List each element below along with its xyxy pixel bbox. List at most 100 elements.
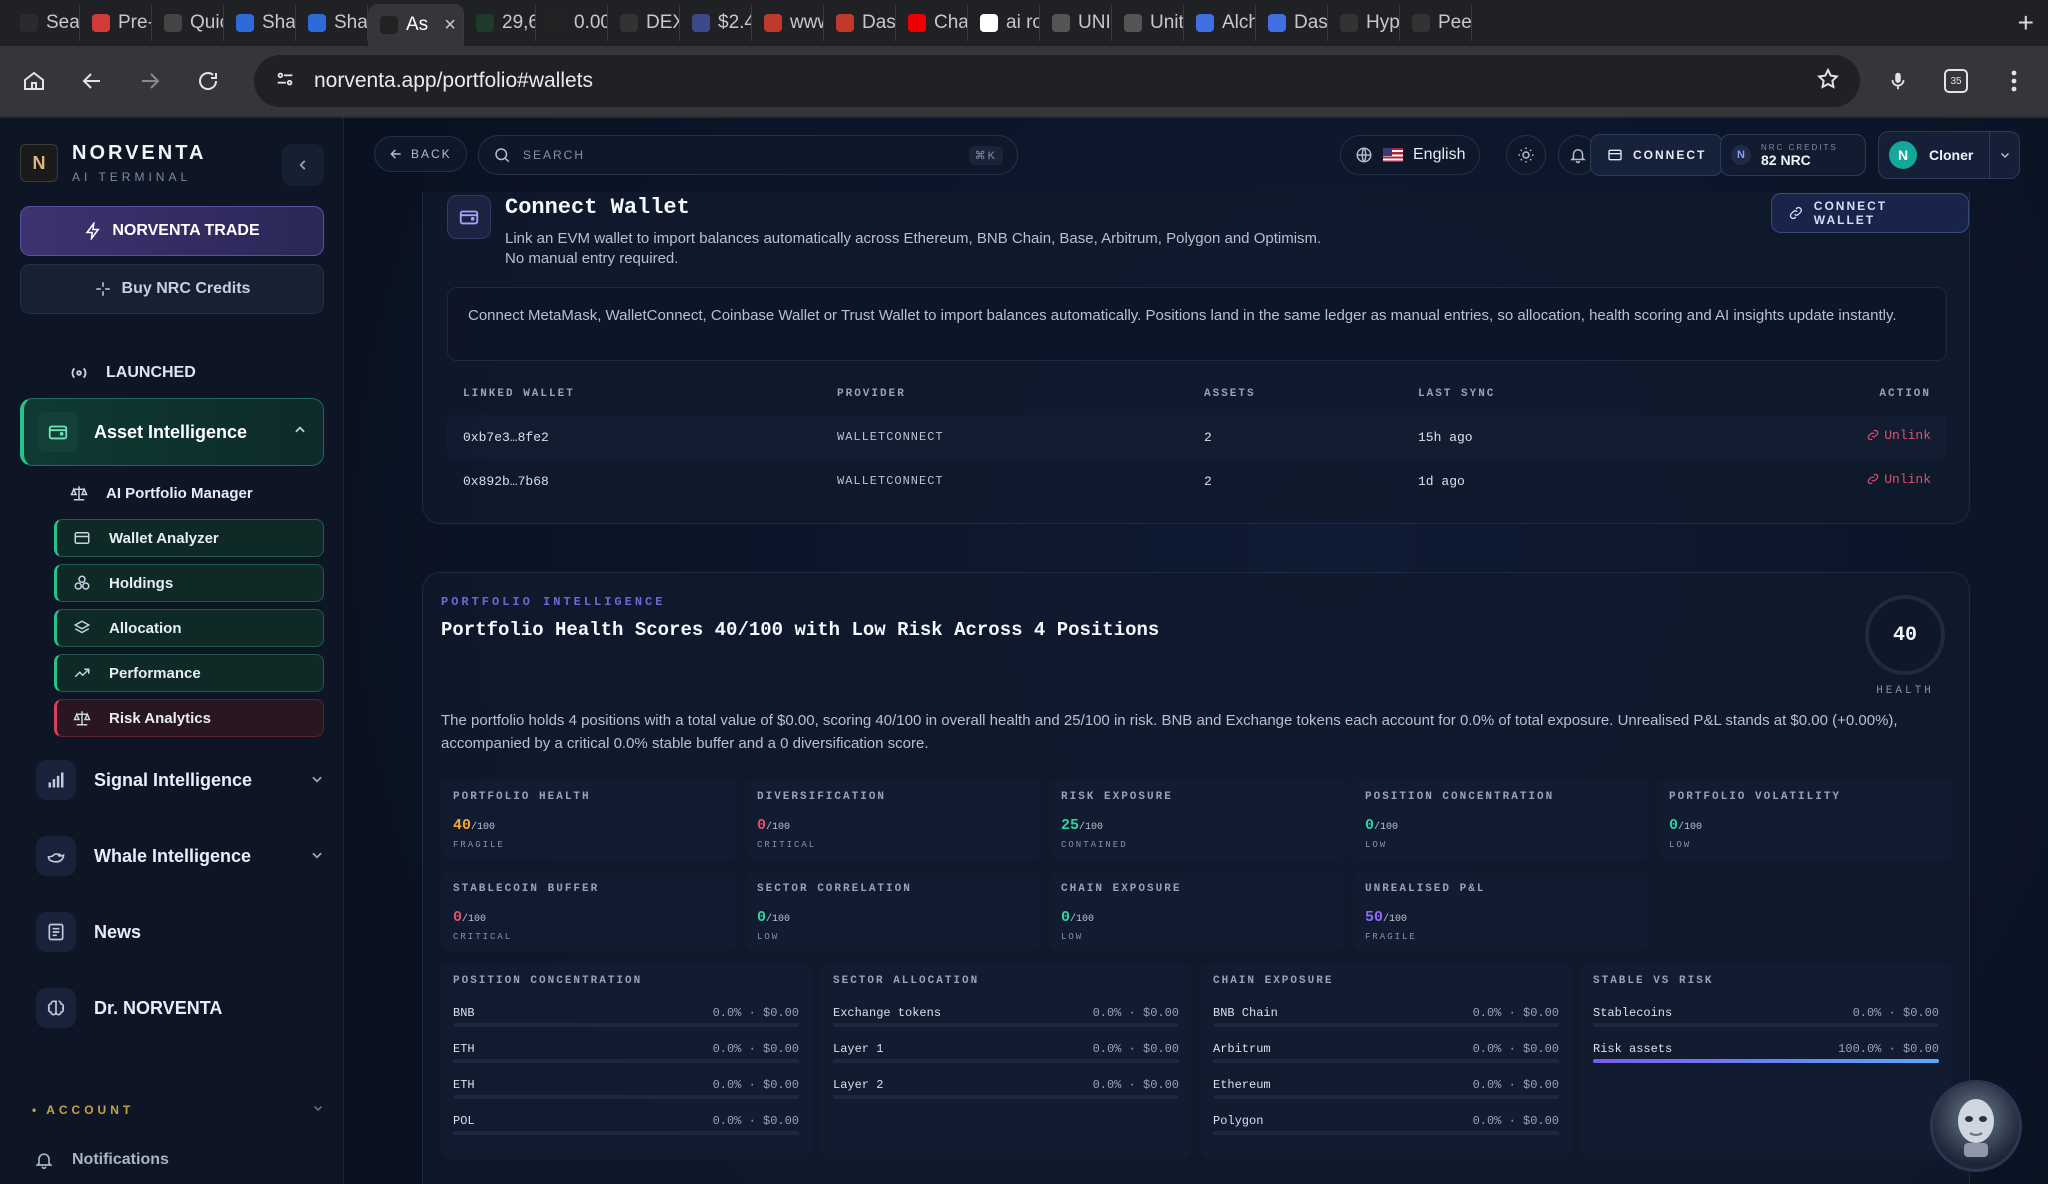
column-header: LAST SYNC xyxy=(1418,388,1496,400)
wallet-info-text: Connect MetaMask, WalletConnect, Coinbas… xyxy=(447,287,1947,361)
metric-tile: PORTFOLIO HEALTH 40/100 FRAGILE xyxy=(441,779,737,859)
browser-tab[interactable]: www xyxy=(752,5,824,41)
forward-arrow-icon[interactable] xyxy=(130,61,170,101)
browser-tab[interactable]: Searc xyxy=(8,5,80,41)
browser-tab[interactable]: PeerF xyxy=(1400,5,1472,41)
browser-tab[interactable]: DEX xyxy=(608,5,680,41)
ring-icon xyxy=(764,14,782,32)
nrc-credits-value: 82 NRC xyxy=(1761,151,1811,168)
browser-tab[interactable]: Quick xyxy=(152,5,224,41)
norventa-trade-button[interactable]: NORVENTA TRADE xyxy=(20,206,324,256)
sidebar-item-risk-analytics[interactable]: Risk Analytics xyxy=(54,699,324,737)
sidebar-item-label: Wallet Analyzer xyxy=(109,529,219,547)
sidebar-item-holdings[interactable]: Holdings xyxy=(54,564,324,602)
new-tab-button[interactable]: + xyxy=(2018,7,2034,39)
brand[interactable]: N NORVENTA AI TERMINAL xyxy=(20,142,206,184)
sidebar-item-performance[interactable]: Performance xyxy=(54,654,324,692)
user-name: Cloner xyxy=(1929,147,1974,163)
dex-icon xyxy=(620,14,638,32)
site-settings-icon[interactable] xyxy=(274,68,296,95)
browser-tab[interactable]: Hype xyxy=(1328,5,1400,41)
browser-tab[interactable]: Dash xyxy=(1256,5,1328,41)
metric-value-line: 0/100 xyxy=(757,817,1029,834)
brain-icon xyxy=(36,988,76,1028)
metric-tile: DIVERSIFICATION 0/100 CRITICAL xyxy=(745,779,1041,859)
back-button[interactable]: BACK xyxy=(374,136,467,172)
browser-tab[interactable]: Share xyxy=(224,5,296,41)
browser-tab[interactable]: Dash xyxy=(824,5,896,41)
url-text[interactable]: norventa.app/portfolio#wallets xyxy=(314,69,593,93)
unlink-button[interactable]: Unlink xyxy=(1866,428,1931,443)
ai-assistant-avatar-button[interactable] xyxy=(1930,1080,2022,1172)
metric-tile: POSITION CONCENTRATION 0/100 LOW xyxy=(1353,779,1649,859)
sidebar-item-ai-portfolio-manager[interactable]: AI Portfolio Manager xyxy=(54,474,324,512)
back-arrow-icon[interactable] xyxy=(72,61,112,101)
browser-tab[interactable]: Pre-L xyxy=(80,5,152,41)
browser-tab[interactable]: UNIT xyxy=(1040,5,1112,41)
avatar: N xyxy=(1889,141,1917,169)
panel-title: STABLE VS RISK xyxy=(1593,975,1714,987)
home-icon[interactable] xyxy=(14,61,54,101)
extension-badge-icon[interactable]: 35 xyxy=(1936,61,1976,101)
nav-whale-intelligence[interactable]: Whale Intelligence xyxy=(36,832,324,880)
panel-title: CHAIN EXPOSURE xyxy=(1213,975,1334,987)
list-item: Layer 1 0.0% · $0.00 xyxy=(833,1031,1179,1067)
sidebar-item-allocation[interactable]: Allocation xyxy=(54,609,324,647)
search-input[interactable]: SEARCH ⌘K xyxy=(478,135,1018,175)
user-menu[interactable]: N Cloner xyxy=(1878,131,2020,179)
browser-tab-label: Dash xyxy=(862,12,896,33)
chevron-down-icon[interactable] xyxy=(1989,132,2019,178)
robot-face-icon xyxy=(1958,1099,1994,1157)
nav-signal-intelligence[interactable]: Signal Intelligence xyxy=(36,756,324,804)
browser-tab-label: Share xyxy=(334,12,368,33)
wallet-icon xyxy=(38,412,78,452)
browser-tab-label: Quick xyxy=(190,12,223,33)
progress-bar xyxy=(1593,1023,1939,1027)
nav-asset-intelligence[interactable]: Asset Intelligence xyxy=(20,398,324,466)
sidebar-item-wallet-analyzer[interactable]: Wallet Analyzer xyxy=(54,519,324,557)
connect-wallet-button[interactable]: CONNECT WALLET xyxy=(1771,193,1969,233)
browser-menu-icon[interactable] xyxy=(1994,61,2034,101)
browser-tab[interactable]: Unitr xyxy=(1112,5,1184,41)
metric-denominator: /100 xyxy=(471,822,496,833)
nrc-credits-display[interactable]: N NRC CREDITS 82 NRC xyxy=(1720,134,1866,176)
browser-tab[interactable]: Alche xyxy=(1184,5,1256,41)
nav-notifications[interactable]: Notifications xyxy=(34,1150,169,1170)
browser-tab[interactable]: Share xyxy=(296,5,368,41)
browser-tab[interactable]: As × xyxy=(368,4,464,46)
microphone-icon[interactable] xyxy=(1878,61,1918,101)
collapse-sidebar-button[interactable] xyxy=(282,144,324,186)
address-bar[interactable]: norventa.app/portfolio#wallets xyxy=(254,55,1860,107)
account-section-toggle[interactable]: • ACCOUNT xyxy=(32,1102,324,1117)
scale-icon xyxy=(68,484,90,502)
wallet-last-sync: 1d ago xyxy=(1418,473,1465,489)
browser-tab[interactable]: ai rol xyxy=(968,5,1040,41)
close-tab-icon[interactable]: × xyxy=(444,14,456,37)
browser-tab[interactable]: Chan xyxy=(896,5,968,41)
list-item: BNB Chain 0.0% · $0.00 xyxy=(1213,995,1559,1031)
metric-denominator: /100 xyxy=(1678,822,1703,833)
browser-tab[interactable]: 29,6€ xyxy=(464,5,536,41)
nav-news[interactable]: News xyxy=(36,908,324,956)
card-description: Link an EVM wallet to import balances au… xyxy=(505,230,1322,267)
breakdown-value: 0.0% · $0.00 xyxy=(1852,1006,1939,1020)
metric-tile: PORTFOLIO VOLATILITY 0/100 LOW xyxy=(1657,779,1953,859)
reload-icon[interactable] xyxy=(188,61,228,101)
nav-dr-norventa[interactable]: Dr. NORVENTA xyxy=(36,984,324,1032)
breakdown-name: Ethereum xyxy=(1213,1078,1271,1092)
theme-toggle-button[interactable] xyxy=(1506,135,1546,175)
breakdown-name: Stablecoins xyxy=(1593,1006,1673,1020)
connect-button[interactable]: CONNECT xyxy=(1590,134,1724,176)
browser-tab[interactable]: $2.4! xyxy=(680,5,752,41)
nav-launched[interactable]: LAUNCHED xyxy=(68,362,196,384)
metric-denominator: /100 xyxy=(462,914,487,925)
language-selector[interactable]: English xyxy=(1340,135,1481,175)
metric-label: CHAIN EXPOSURE xyxy=(1061,883,1182,895)
buy-credits-button[interactable]: Buy NRC Credits xyxy=(20,264,324,314)
unit-icon xyxy=(1124,14,1142,32)
bookmark-star-icon[interactable] xyxy=(1816,67,1840,96)
unlink-button[interactable]: Unlink xyxy=(1866,472,1931,487)
browser-tab[interactable]: 0.00 xyxy=(536,5,608,41)
metric-denominator: /100 xyxy=(766,914,791,925)
metric-value: 0 xyxy=(453,909,463,926)
